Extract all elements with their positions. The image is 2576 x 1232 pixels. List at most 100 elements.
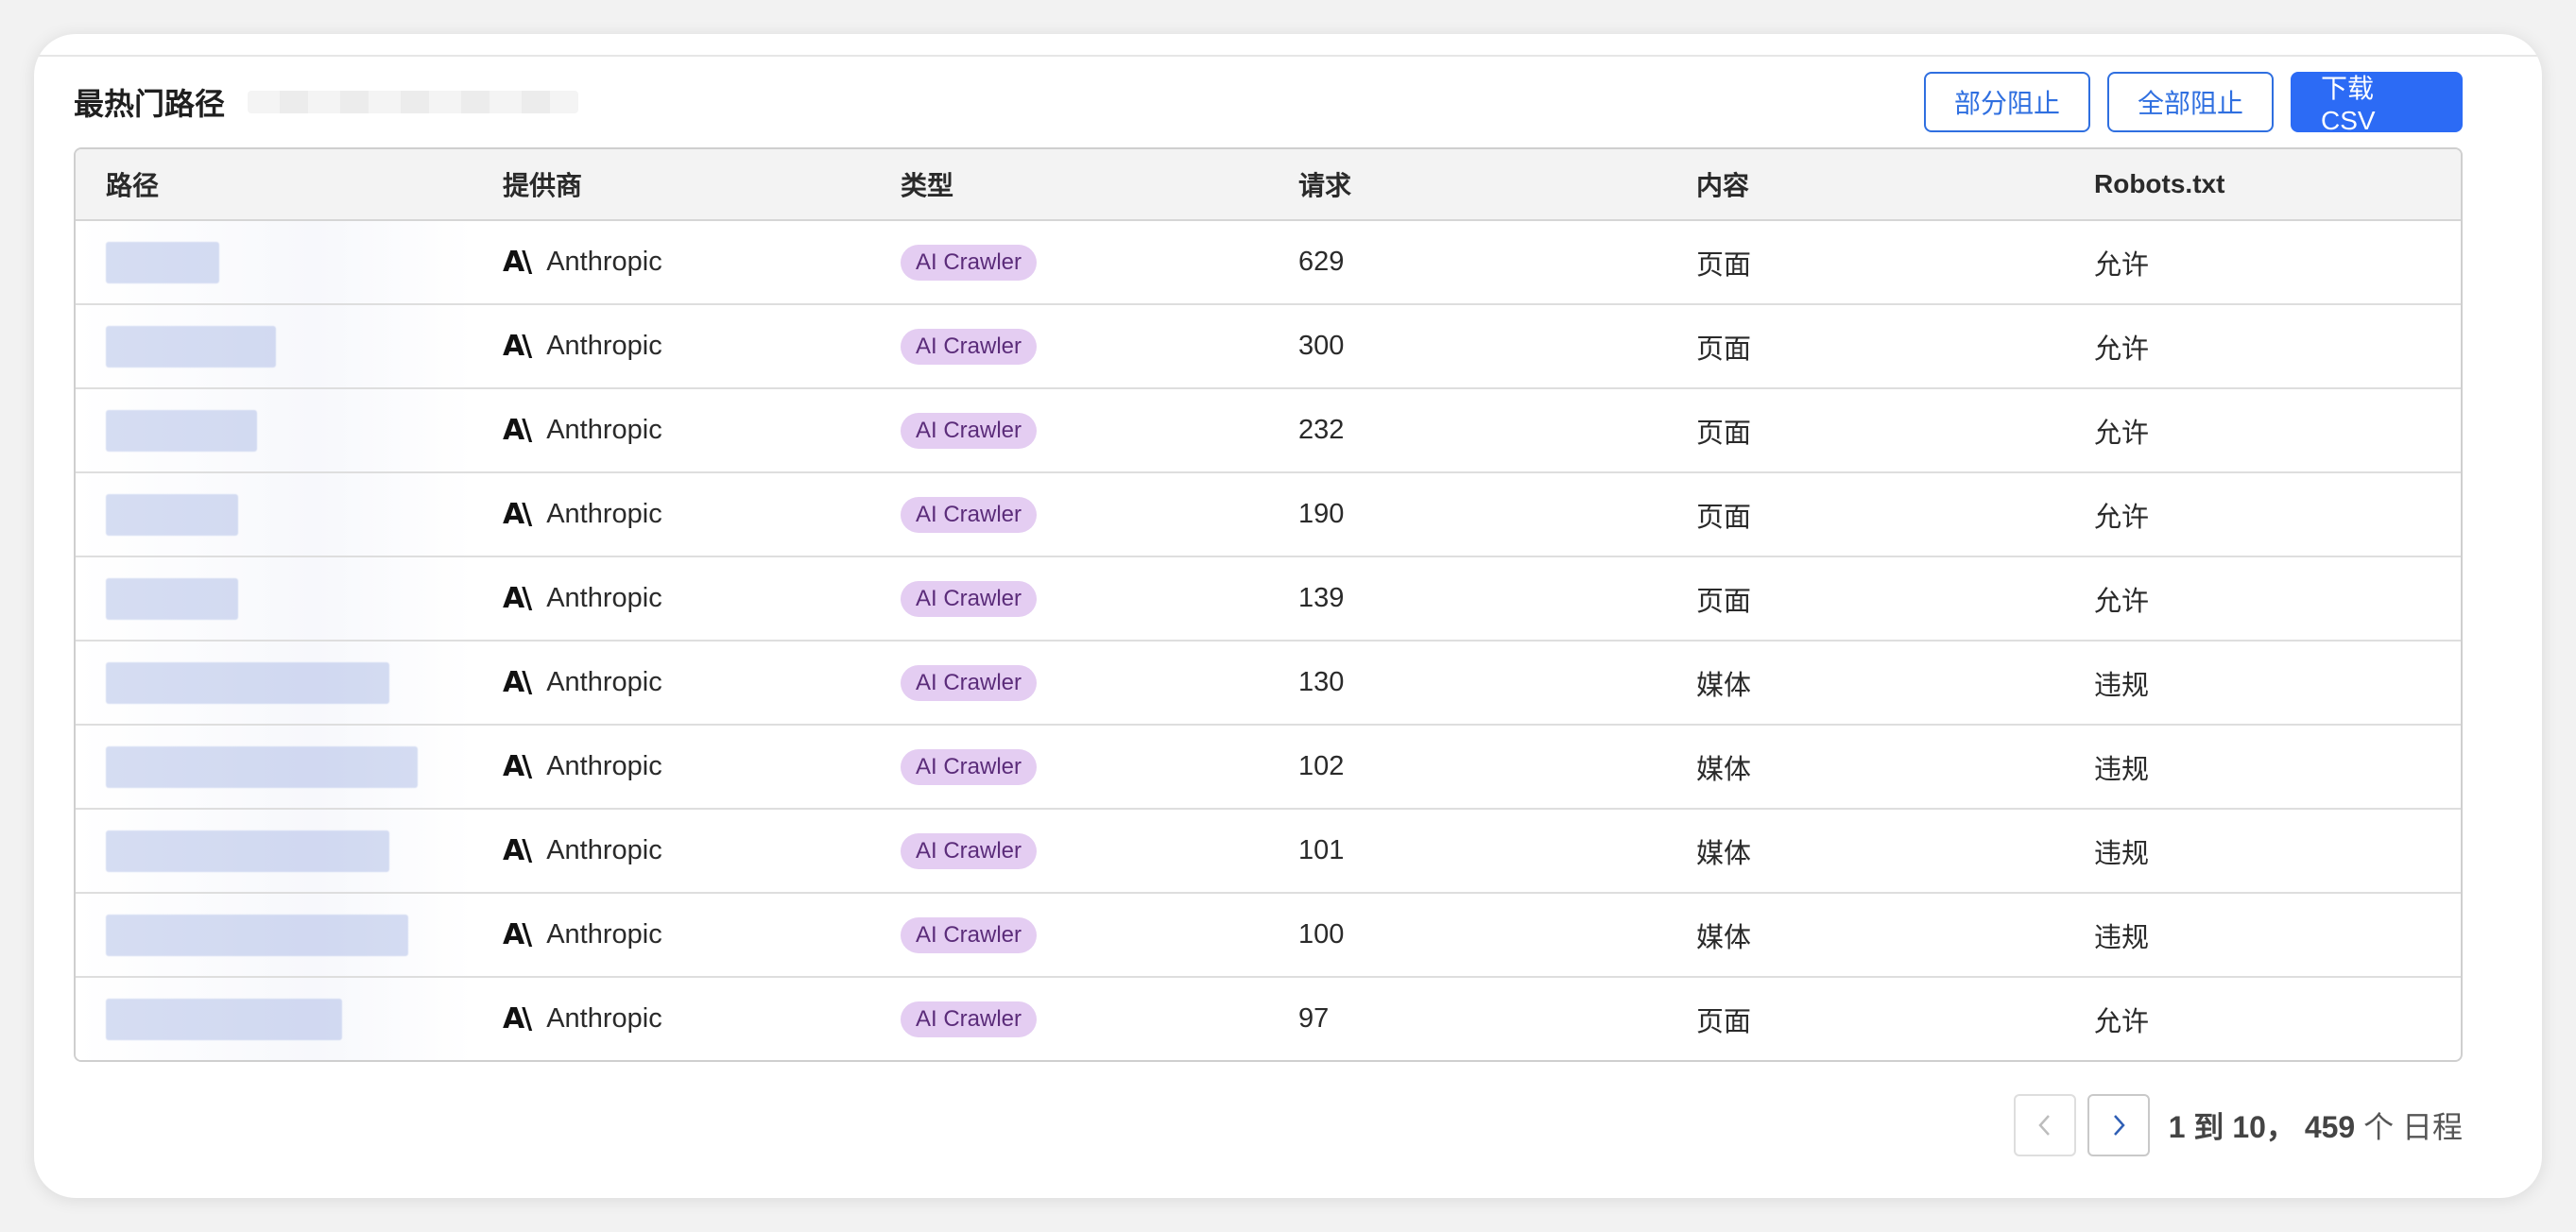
requests-cell: 190 (1298, 499, 1345, 529)
column-header-content[interactable]: 内容 (1666, 165, 2064, 203)
range-end: 10 (2232, 1110, 2266, 1144)
type-cell: AI Crawler (870, 580, 1268, 617)
column-header-requests[interactable]: 请求 (1268, 165, 1666, 203)
divider (34, 55, 2542, 57)
table-body: A\ Anthropic AI Crawler 629 页面 允许 A\ Anthropic A… (76, 221, 2461, 1060)
crawler-type-badge: AI Crawler (901, 580, 1038, 617)
provider-cell: A\ Anthropic (472, 498, 870, 531)
anthropic-logo-icon: A\ (503, 834, 532, 867)
path-cell (76, 894, 472, 976)
table-row[interactable]: A\ Anthropic AI Crawler 300 页面 允许 (76, 305, 2461, 389)
robots-cell: 允许 (2094, 334, 2150, 365)
redacted-path (106, 409, 257, 452)
path-cell (76, 726, 472, 808)
redacted-path (106, 661, 389, 704)
robots-cell: 允许 (2094, 418, 2150, 449)
pagination-summary: 1 到 10， 459 个 日程 (2169, 1104, 2463, 1147)
table-row[interactable]: A\ Anthropic AI Crawler 190 页面 允许 (76, 473, 2461, 557)
provider-cell: A\ Anthropic (472, 330, 870, 363)
column-header-path[interactable]: 路径 (76, 165, 472, 203)
robots-cell: 违规 (2094, 670, 2150, 701)
path-cell (76, 557, 472, 640)
provider-cell: A\ Anthropic (472, 834, 870, 867)
range-to: 到 (2193, 1110, 2224, 1144)
robots-cell: 允许 (2094, 249, 2150, 281)
content-cell: 媒体 (1696, 922, 1752, 953)
type-cell: AI Crawler (870, 244, 1268, 281)
requests-cell: 139 (1298, 583, 1345, 613)
prev-page-button[interactable] (2013, 1094, 2076, 1156)
table-row[interactable]: A\ Anthropic AI Crawler 232 页面 允许 (76, 389, 2461, 473)
robots-cell: 违规 (2094, 838, 2150, 869)
anthropic-logo-icon: A\ (503, 666, 532, 699)
crawler-type-badge: AI Crawler (901, 328, 1038, 365)
redacted-path (106, 241, 219, 283)
redacted-path (106, 998, 342, 1040)
requests-cell: 130 (1298, 667, 1345, 697)
provider-cell: A\ Anthropic (472, 582, 870, 615)
redacted-path (106, 493, 238, 536)
crawler-type-badge: AI Crawler (901, 244, 1038, 281)
path-cell (76, 978, 472, 1060)
content-cell: 页面 (1696, 586, 1752, 617)
type-cell: AI Crawler (870, 916, 1268, 953)
crawler-type-badge: AI Crawler (901, 496, 1038, 533)
crawler-type-badge: AI Crawler (901, 916, 1038, 953)
provider-cell: A\ Anthropic (472, 666, 870, 699)
provider-name: Anthropic (546, 667, 662, 697)
provider-name: Anthropic (546, 247, 662, 277)
next-page-button[interactable] (2087, 1094, 2150, 1156)
card-title: 最热门路径 (74, 87, 226, 121)
crawler-type-badge: AI Crawler (901, 1001, 1038, 1037)
column-header-provider[interactable]: 提供商 (472, 165, 870, 203)
anthropic-logo-icon: A\ (503, 582, 532, 615)
table-row[interactable]: A\ Anthropic AI Crawler 130 媒体 违规 (76, 642, 2461, 726)
pagination: 1 到 10， 459 个 日程 (2013, 1094, 2463, 1156)
top-paths-card: 最热门路径 部分阻止 全部阻止 下载 CSV 路径 提供商 类型 请求 内容 R… (34, 34, 2542, 1198)
content-cell: 页面 (1696, 334, 1752, 365)
content-cell: 页面 (1696, 1006, 1752, 1037)
content-cell: 页面 (1696, 502, 1752, 533)
robots-cell: 允许 (2094, 586, 2150, 617)
path-cell (76, 389, 472, 471)
table-row[interactable]: A\ Anthropic AI Crawler 100 媒体 违规 (76, 894, 2461, 978)
chevron-left-icon (2038, 1115, 2050, 1136)
provider-name: Anthropic (546, 499, 662, 529)
path-cell (76, 221, 472, 303)
type-cell: AI Crawler (870, 748, 1268, 785)
column-header-robots[interactable]: Robots.txt (2064, 169, 2461, 199)
provider-cell: A\ Anthropic (472, 414, 870, 447)
column-header-type[interactable]: 类型 (870, 165, 1268, 203)
partial-block-button[interactable]: 部分阻止 (1924, 72, 2090, 132)
download-csv-button[interactable]: 下载 CSV (2291, 72, 2463, 135)
crawler-type-badge: AI Crawler (901, 748, 1038, 785)
anthropic-logo-icon: A\ (503, 246, 532, 279)
path-cell (76, 810, 472, 892)
anthropic-logo-icon: A\ (503, 750, 532, 783)
range-start: 1 (2168, 1110, 2186, 1144)
provider-cell: A\ Anthropic (472, 750, 870, 783)
redacted-path (106, 830, 389, 872)
requests-cell: 100 (1298, 919, 1345, 950)
requests-cell: 300 (1298, 331, 1345, 361)
provider-cell: A\ Anthropic (472, 918, 870, 951)
table-row[interactable]: A\ Anthropic AI Crawler 102 媒体 违规 (76, 726, 2461, 810)
provider-cell: A\ Anthropic (472, 246, 870, 279)
type-cell: AI Crawler (870, 832, 1268, 869)
crawler-type-badge: AI Crawler (901, 664, 1038, 701)
table-row[interactable]: A\ Anthropic AI Crawler 101 媒体 违规 (76, 810, 2461, 894)
table-row[interactable]: A\ Anthropic AI Crawler 139 页面 允许 (76, 557, 2461, 642)
robots-cell: 违规 (2094, 922, 2150, 953)
type-cell: AI Crawler (870, 412, 1268, 449)
total-unit: 个 日程 (2363, 1110, 2463, 1144)
provider-cell: A\ Anthropic (472, 1002, 870, 1035)
block-all-button[interactable]: 全部阻止 (2107, 72, 2274, 132)
path-cell (76, 473, 472, 556)
redacted-path (106, 325, 276, 368)
anthropic-logo-icon: A\ (503, 414, 532, 447)
requests-cell: 101 (1298, 835, 1345, 865)
chevron-right-icon (2113, 1115, 2125, 1136)
provider-name: Anthropic (546, 583, 662, 613)
table-row[interactable]: A\ Anthropic AI Crawler 97 页面 允许 (76, 978, 2461, 1060)
table-row[interactable]: A\ Anthropic AI Crawler 629 页面 允许 (76, 221, 2461, 305)
